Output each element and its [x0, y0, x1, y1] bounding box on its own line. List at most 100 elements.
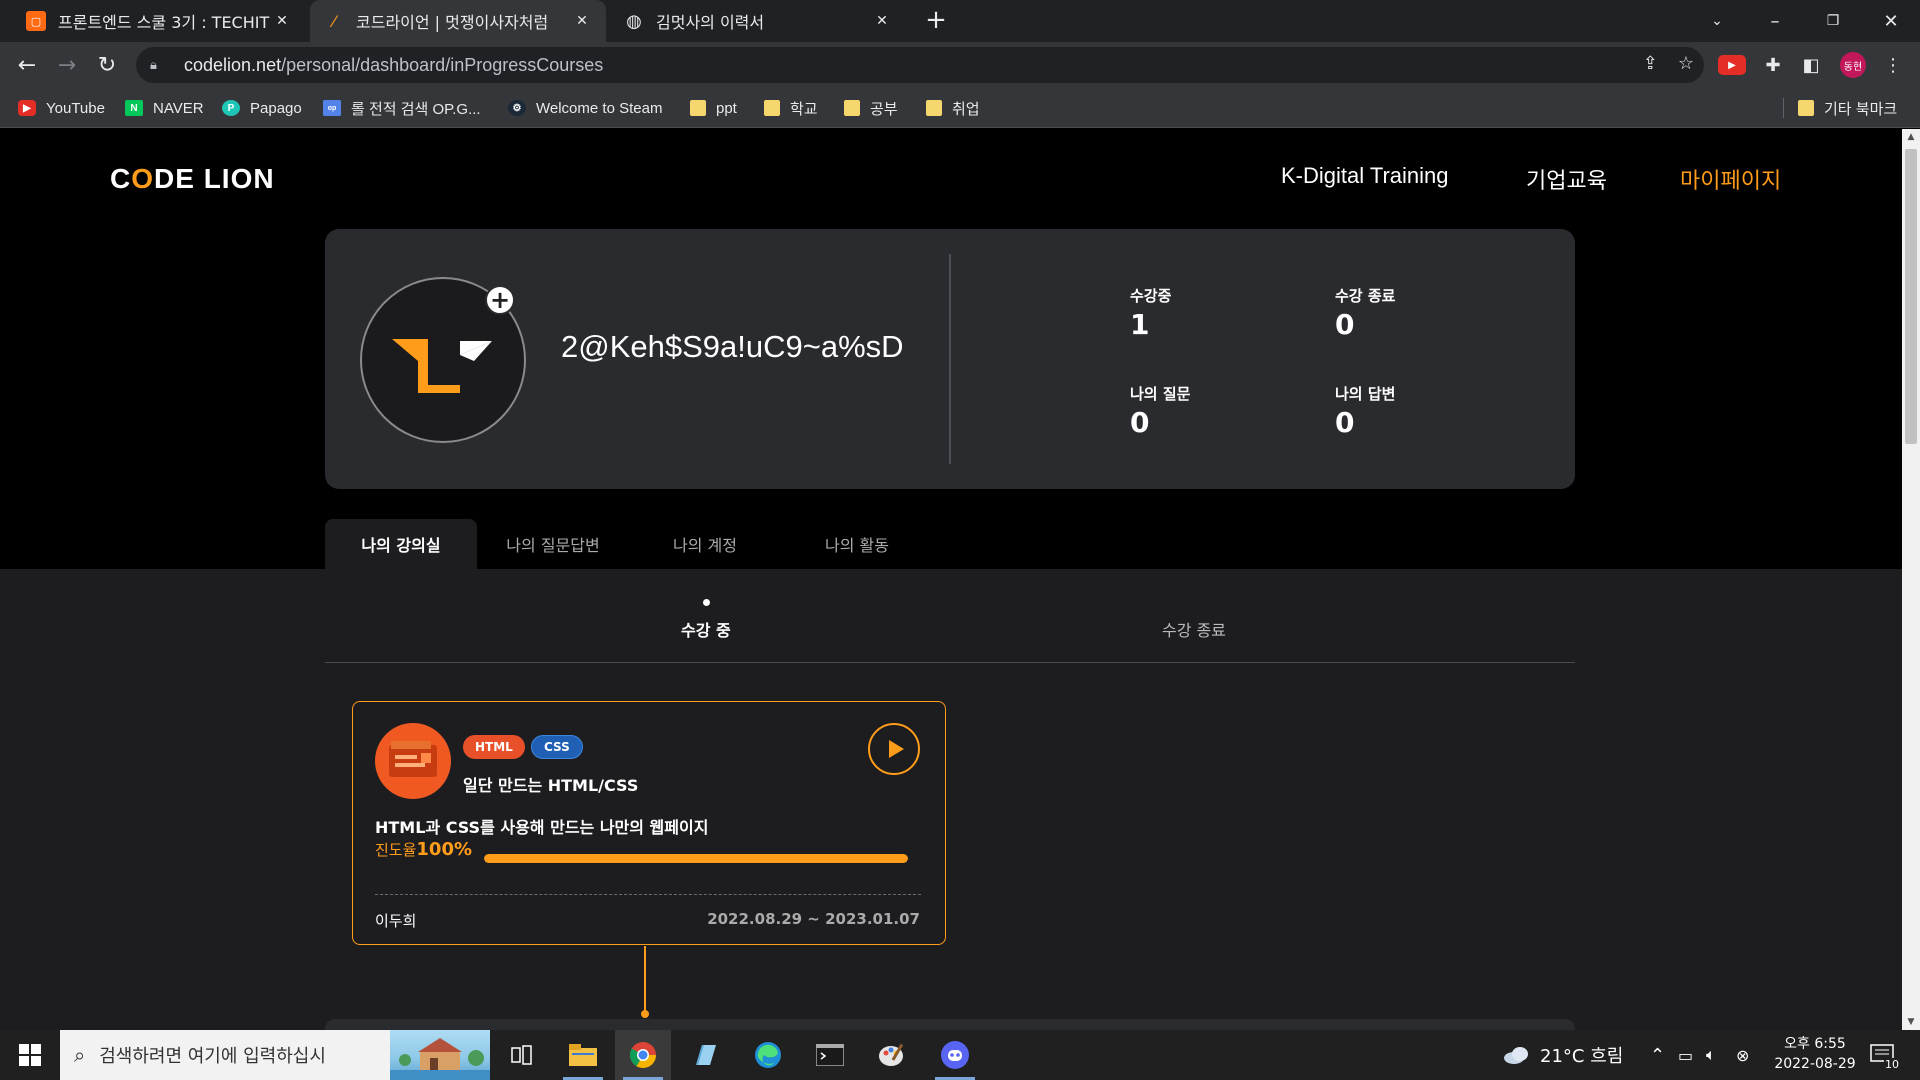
bookmark-divider	[1783, 98, 1784, 118]
task-view-icon[interactable]	[494, 1030, 550, 1080]
html-css-course-icon	[389, 741, 437, 777]
nav-corporate-education[interactable]: 기업교육	[1526, 163, 1607, 195]
page-scrollbar[interactable]: ▲ ▼	[1902, 129, 1920, 1030]
progress-caption: 진도율	[375, 841, 417, 859]
scroll-up-arrow-icon[interactable]: ▲	[1902, 129, 1920, 145]
chrome-icon[interactable]	[615, 1030, 671, 1080]
discord-icon[interactable]	[927, 1030, 983, 1080]
restore-button[interactable]: ❐	[1804, 0, 1862, 42]
folder-icon	[926, 100, 942, 116]
tab-my-account[interactable]: 나의 계정	[629, 519, 781, 569]
volume-icon[interactable]: 🔈︎	[1706, 1030, 1716, 1080]
nav-k-digital-training[interactable]: K-Digital Training	[1281, 163, 1449, 189]
nav-my-page[interactable]: 마이페이지	[1680, 163, 1781, 195]
naver-icon: N	[125, 100, 143, 116]
bookmark-star-icon[interactable]: ☆	[1678, 53, 1694, 74]
timeline-connector	[644, 946, 646, 1014]
url-host: codelion.net	[184, 54, 282, 75]
bookmark-opgg[interactable]: op 롤 전적 검색 OP.G...	[323, 97, 481, 119]
paint-icon[interactable]	[864, 1030, 920, 1080]
browser-tab-resume[interactable]: ◍ 김멋사의 이력서 ✕	[610, 0, 906, 42]
tab-title: 코드라이언 | 멋쟁이사자처럼	[356, 13, 549, 32]
techit-favicon-icon: ▢	[26, 11, 46, 31]
lock-icon: 🔒︎	[150, 58, 157, 73]
bookmark-steam[interactable]: ⚙ Welcome to Steam	[508, 97, 662, 119]
taskbar-search-box[interactable]: ⌕ 검색하려면 여기에 입력하십시	[60, 1030, 490, 1080]
bookmark-folder-study[interactable]: 공부	[844, 97, 898, 119]
logo-text: C	[110, 163, 132, 194]
tab-search-icon[interactable]: ⌄	[1688, 0, 1746, 42]
bookmark-papago[interactable]: P Papago	[222, 97, 302, 119]
progress-label: 진도율100%	[375, 839, 472, 860]
window-controls: ⌄ – ❐ ✕	[1688, 0, 1920, 42]
folder-icon	[690, 100, 706, 116]
tab-my-classroom[interactable]: 나의 강의실	[325, 519, 477, 569]
bookmark-naver[interactable]: N NAVER	[125, 97, 204, 119]
network-icon[interactable]: ▭	[1678, 1030, 1693, 1080]
bookmark-label: Welcome to Steam	[536, 99, 663, 117]
logo-slash: O	[131, 163, 155, 194]
play-button[interactable]	[868, 723, 920, 775]
stat-label: 수강 종료	[1335, 287, 1396, 305]
back-button[interactable]: ←	[12, 50, 42, 80]
forward-button[interactable]: →	[52, 50, 82, 80]
close-icon[interactable]: ✕	[272, 13, 292, 29]
search-icon: ⌕	[74, 1043, 86, 1067]
weather-text: 21°C 흐림	[1540, 1046, 1624, 1067]
minimize-button[interactable]: –	[1746, 0, 1804, 42]
add-photo-button[interactable]: +	[485, 285, 515, 315]
progress-percent: 100%	[416, 839, 473, 860]
browser-tab-techit[interactable]: ▢ 프론트엔드 스쿨 3기 : TECHIT ✕	[12, 0, 306, 42]
scrollbar-thumb[interactable]	[1905, 149, 1917, 444]
bookmark-folder-job[interactable]: 취업	[926, 97, 980, 119]
mute-status-icon[interactable]: ⊗	[1736, 1030, 1749, 1080]
bookmark-label: 기타 북마크	[1824, 100, 1898, 118]
file-explorer-icon[interactable]	[555, 1030, 611, 1080]
stat-my-questions: 나의 질문 0	[1130, 383, 1190, 439]
bookmark-folder-ppt[interactable]: ppt	[690, 97, 737, 119]
edge-icon[interactable]	[740, 1030, 796, 1080]
bookmark-label: NAVER	[153, 99, 204, 117]
notepad-icon[interactable]	[677, 1030, 733, 1080]
extensions-puzzle-icon[interactable]: ✚	[1758, 50, 1788, 80]
address-bar[interactable]: 🔒︎ codelion.net/personal/dashboard/inPro…	[136, 47, 1704, 83]
bookmarks-bar: ▶ YouTube N NAVER P Papago op 롤 전적 검색 OP…	[0, 88, 1920, 128]
bookmark-label: 취업	[952, 100, 980, 118]
terminal-icon[interactable]	[802, 1030, 858, 1080]
browser-tab-codelion[interactable]: ⁄ 코드라이언 | 멋쟁이사자처럼 ✕	[310, 0, 606, 42]
subtab-in-progress[interactable]: 수강 중	[681, 617, 731, 641]
clock-time: 오후 6:55	[1784, 1036, 1846, 1052]
url-text[interactable]: codelion.net/personal/dashboard/inProgre…	[184, 55, 603, 76]
course-title[interactable]: 일단 만드는 HTML/CSS	[463, 772, 638, 796]
menu-kebab-icon[interactable]: ⋮	[1878, 50, 1908, 80]
close-window-button[interactable]: ✕	[1862, 0, 1920, 42]
close-icon[interactable]: ✕	[872, 13, 892, 29]
side-panel-icon[interactable]: ◧	[1796, 50, 1826, 80]
tab-my-qna[interactable]: 나의 질문답변	[477, 519, 629, 569]
bookmark-youtube[interactable]: ▶ YouTube	[18, 97, 105, 119]
course-card[interactable]: HTML CSS 일단 만드는 HTML/CSS HTML과 CSS를 사용해 …	[352, 701, 946, 945]
notification-center-icon[interactable]: 10	[1870, 1030, 1900, 1080]
codelion-logo[interactable]: CODE LION	[110, 163, 275, 195]
subtab-completed[interactable]: 수강 종료	[1162, 617, 1226, 641]
scroll-down-arrow-icon[interactable]: ▼	[1902, 1014, 1920, 1030]
tab-my-activity[interactable]: 나의 활동	[781, 519, 933, 569]
taskbar-clock[interactable]: 오후 6:55 2022-08-29	[1765, 1034, 1865, 1074]
windows-start-button[interactable]	[0, 1030, 60, 1080]
search-highlight-illustration	[390, 1030, 490, 1080]
page-viewport: CODE LION K-Digital Training 기업교육 마이페이지 …	[0, 129, 1902, 1030]
play-icon	[889, 740, 904, 758]
course-thumbnail	[375, 723, 451, 799]
bookmark-folder-school[interactable]: 학교	[764, 97, 818, 119]
new-tab-button[interactable]: +	[922, 6, 950, 34]
close-icon[interactable]: ✕	[572, 13, 592, 29]
progress-bar-fill	[484, 854, 908, 863]
share-icon[interactable]: ⇪	[1643, 53, 1658, 74]
youtube-extension-icon[interactable]: ▶	[1718, 55, 1746, 75]
bookmark-other[interactable]: 기타 북마크	[1798, 97, 1897, 119]
reload-button[interactable]: ↻	[92, 50, 122, 80]
stat-value: 0	[1335, 406, 1355, 439]
show-hidden-icons[interactable]: ⌃	[1650, 1030, 1665, 1080]
weather-widget[interactable]: 21°C 흐림	[1502, 1030, 1623, 1080]
profile-avatar-button[interactable]: 동현	[1840, 52, 1866, 78]
